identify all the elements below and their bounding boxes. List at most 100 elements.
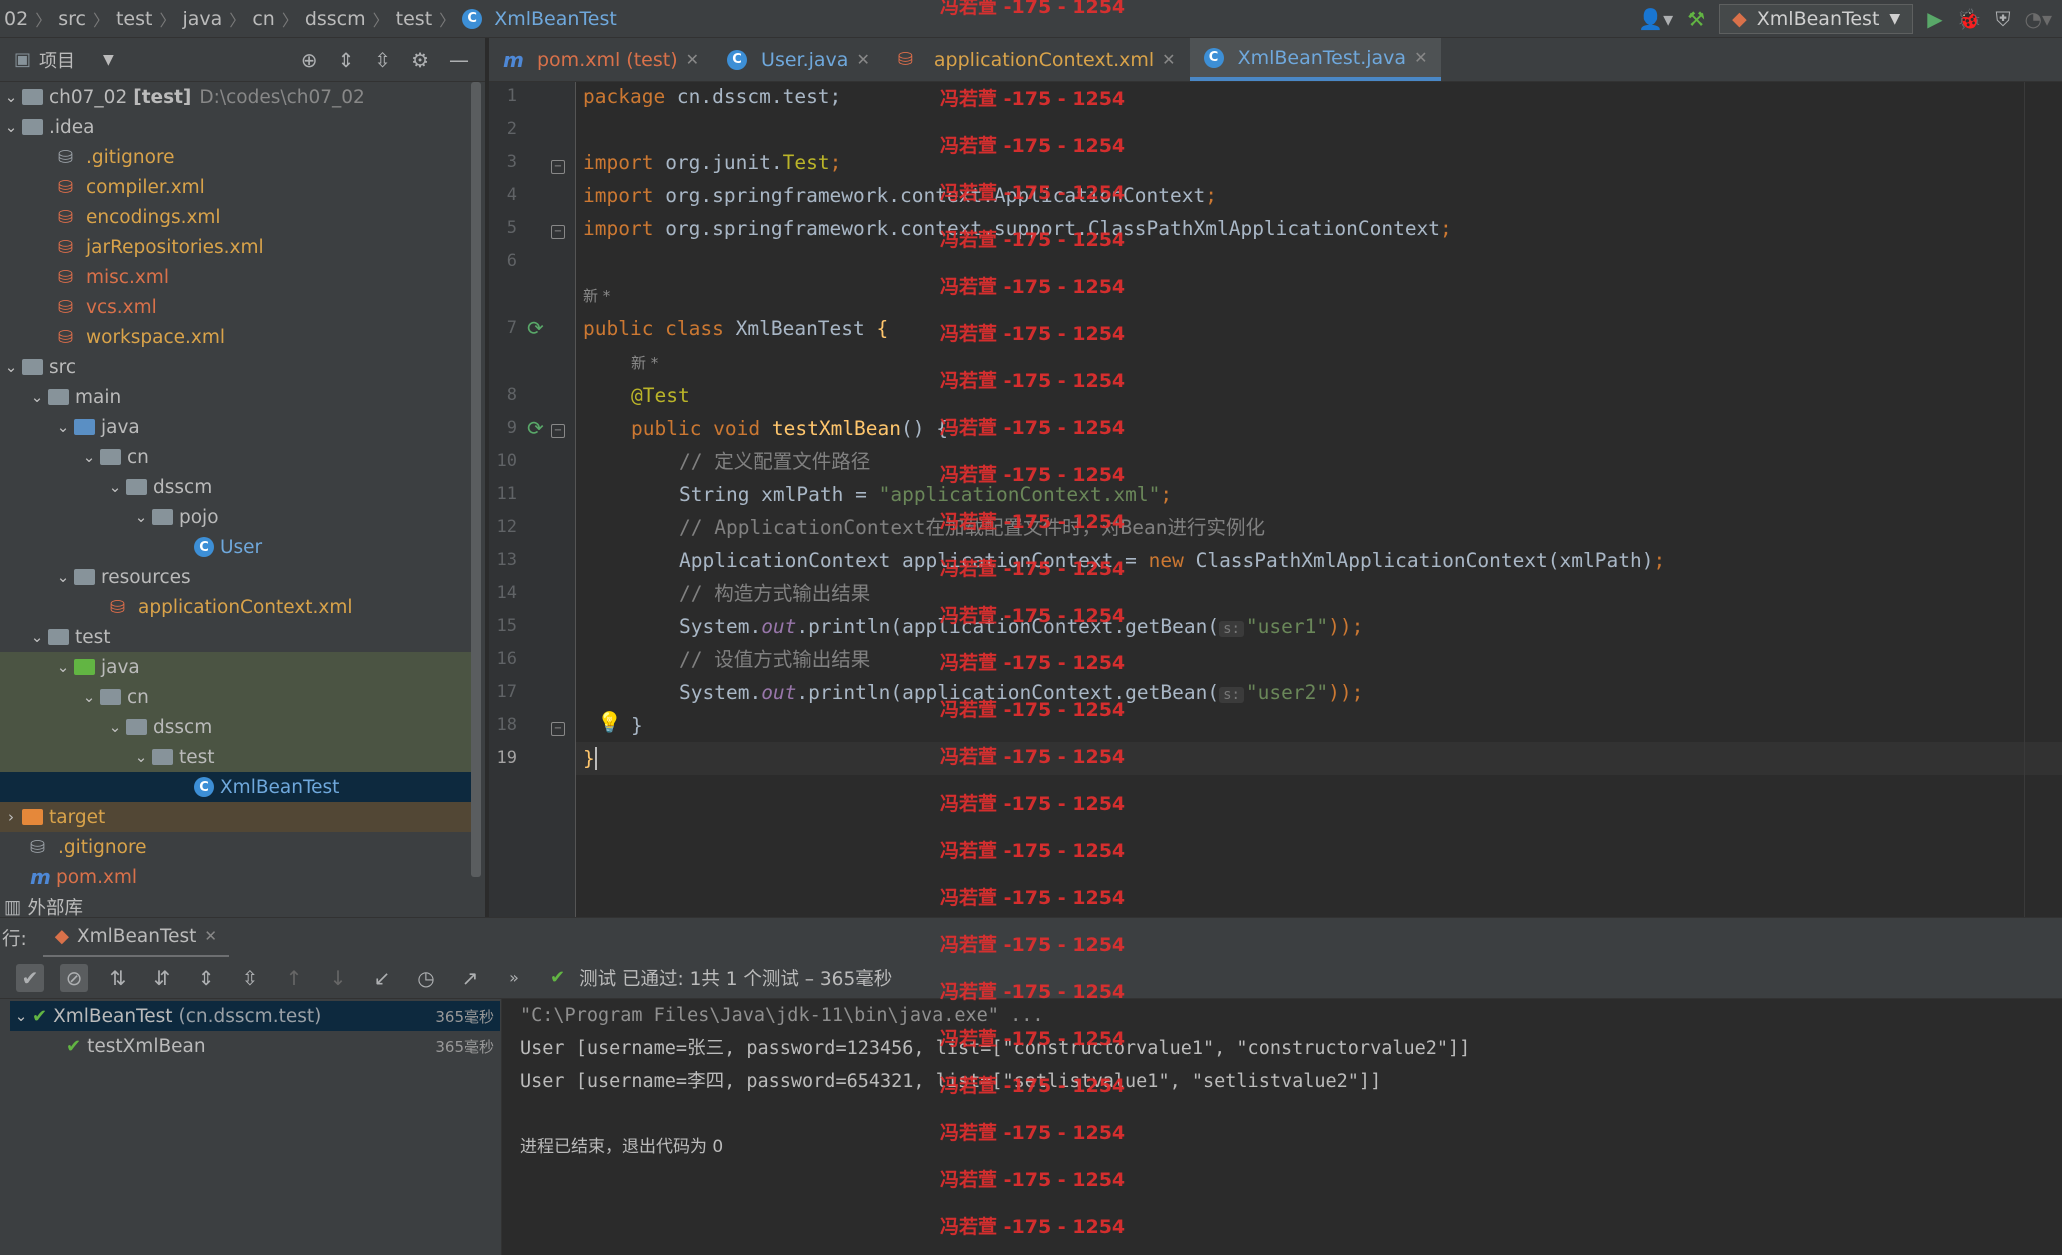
- chevron-down-icon[interactable]: ⌄: [130, 748, 152, 766]
- expand-all-icon[interactable]: ⇕: [338, 48, 355, 72]
- tab-user-java[interactable]: C User.java ✕: [713, 38, 884, 81]
- chevron-down-icon[interactable]: ⌄: [26, 388, 48, 406]
- chevron-down-icon[interactable]: ⌄: [130, 508, 152, 526]
- project-tree-scrollbar[interactable]: [471, 82, 481, 877]
- chevron-down-icon[interactable]: ⌄: [104, 718, 126, 736]
- previous-test-icon[interactable]: ↑: [280, 964, 308, 992]
- profile-icon[interactable]: ◔▾: [2025, 7, 2053, 31]
- tree-item-applicationcontext-xml[interactable]: ⛁ applicationContext.xml: [0, 592, 471, 622]
- test-case-row[interactable]: ✔ testXmlBean 365毫秒: [10, 1031, 500, 1061]
- tree-item-xmlbeantest[interactable]: C XmlBeanTest: [0, 772, 471, 802]
- breadcrumb-current[interactable]: C XmlBeanTest: [458, 8, 621, 30]
- author-hint[interactable]: 新 *: [631, 352, 658, 374]
- close-icon[interactable]: ✕: [1162, 50, 1175, 69]
- sort-alphabetically-icon[interactable]: ⇅: [104, 964, 132, 992]
- test-suite-row[interactable]: ⌄ ✔ XmlBeanTest (cn.dsscm.test) 365毫秒: [10, 1001, 500, 1031]
- tree-item-pom-xml[interactable]: m pom.xml: [0, 862, 471, 892]
- lightbulb-intention-icon[interactable]: 💡: [597, 710, 622, 734]
- export-results-icon[interactable]: ↗: [456, 964, 484, 992]
- debug-icon[interactable]: 🐞: [1957, 7, 1982, 31]
- tree-item-project-root[interactable]: ⌄ ch07_02 [test] D:\codes\ch07_02: [0, 82, 471, 112]
- chevron-down-icon[interactable]: ⌄: [78, 448, 100, 466]
- chevron-down-icon[interactable]: ⌄: [26, 628, 48, 646]
- close-icon[interactable]: ✕: [686, 50, 699, 69]
- close-icon[interactable]: ✕: [856, 50, 869, 69]
- tree-item-misc-xml[interactable]: ⛁ misc.xml: [0, 262, 471, 292]
- tab-pom-xml[interactable]: m pom.xml (test) ✕: [489, 38, 713, 81]
- tree-item-main-dsscm[interactable]: ⌄ dsscm: [0, 472, 471, 502]
- tree-item-main[interactable]: ⌄ main: [0, 382, 471, 412]
- fold-marker-icon[interactable]: −: [551, 225, 565, 239]
- breadcrumb-item[interactable]: src: [54, 8, 90, 30]
- chevron-down-icon[interactable]: ⌄: [104, 478, 126, 496]
- project-view-selector[interactable]: ▣ 项目 ▼: [0, 47, 114, 73]
- breadcrumb-item[interactable]: dsscm: [301, 8, 370, 30]
- run-configuration-select[interactable]: ◆ XmlBeanTest ▼: [1719, 4, 1914, 34]
- more-actions-icon[interactable]: »: [500, 964, 528, 992]
- tree-item-user-class[interactable]: C User: [0, 532, 471, 562]
- minimize-icon[interactable]: —: [449, 48, 469, 72]
- breadcrumb-item[interactable]: test: [392, 8, 437, 30]
- chevron-down-icon[interactable]: ⌄: [78, 688, 100, 706]
- close-icon[interactable]: ✕: [204, 927, 217, 945]
- chevron-down-icon[interactable]: ⌄: [0, 88, 22, 106]
- run-tab-xmlbeantest[interactable]: ◆ XmlBeanTest ✕: [42, 918, 229, 958]
- run-test-gutter-icon[interactable]: ⟳: [527, 416, 551, 440]
- close-icon[interactable]: ✕: [1414, 48, 1427, 67]
- chevron-down-icon[interactable]: ⌄: [52, 568, 74, 586]
- hammer-build-icon[interactable]: ⚒: [1687, 7, 1705, 31]
- chevron-down-icon[interactable]: ⌄: [0, 118, 22, 136]
- tree-item-idea[interactable]: ⌄ .idea: [0, 112, 471, 142]
- tree-item-jarrepositories-xml[interactable]: ⛁ jarRepositories.xml: [0, 232, 471, 262]
- tree-item-resources[interactable]: ⌄ resources: [0, 562, 471, 592]
- tree-item-test-dsscm[interactable]: ⌄ dsscm: [0, 712, 471, 742]
- author-hint[interactable]: 新 *: [583, 285, 610, 307]
- test-history-icon[interactable]: ◷: [412, 964, 440, 992]
- tab-xmlbeantest-java[interactable]: C XmlBeanTest.java ✕: [1189, 38, 1442, 81]
- import-tests-icon[interactable]: ↙: [368, 964, 396, 992]
- breadcrumb-item[interactable]: java: [178, 8, 226, 30]
- next-test-icon[interactable]: ↓: [324, 964, 352, 992]
- chevron-down-icon[interactable]: ⌄: [52, 658, 74, 676]
- tree-item-gitignore[interactable]: ⛁ .gitignore: [0, 142, 471, 172]
- tree-item-main-java[interactable]: ⌄ java: [0, 412, 471, 442]
- tree-item-pojo[interactable]: ⌄ pojo: [0, 502, 471, 532]
- sort-by-duration-icon[interactable]: ⇵: [148, 964, 176, 992]
- tree-item-test-java[interactable]: ⌄ java: [0, 652, 471, 682]
- chevron-down-icon[interactable]: ⌄: [0, 358, 22, 376]
- chevron-right-icon[interactable]: ›: [0, 808, 22, 826]
- coverage-icon[interactable]: ⛨: [1996, 7, 2011, 31]
- tree-item-compiler-xml[interactable]: ⛁ compiler.xml: [0, 172, 471, 202]
- fold-marker-icon[interactable]: −: [551, 160, 565, 174]
- run-test-gutter-icon[interactable]: ⟳: [527, 316, 551, 340]
- collapse-all-icon[interactable]: ⇳: [374, 48, 391, 72]
- run-icon[interactable]: ▶: [1927, 7, 1942, 31]
- tree-item-external-libraries[interactable]: ▥ 外部库: [0, 892, 471, 918]
- tree-item-vcs-xml[interactable]: ⛁ vcs.xml: [0, 292, 471, 322]
- show-passed-icon[interactable]: ✔: [16, 963, 44, 992]
- breadcrumb-item[interactable]: cn: [248, 8, 279, 30]
- code-editor[interactable]: 1 2 3 4 5 6 7 8 9 10 11 12 13 14 15 16 1…: [489, 82, 2062, 917]
- fold-marker-icon[interactable]: −: [551, 722, 565, 736]
- tree-item-src[interactable]: ⌄ src: [0, 352, 471, 382]
- locate-icon[interactable]: ⊕: [301, 48, 318, 72]
- collapse-all-icon[interactable]: ⇳: [236, 964, 264, 992]
- chevron-down-icon[interactable]: ⌄: [10, 1007, 32, 1025]
- console-output[interactable]: "C:\Program Files\Java\jdk-11\bin\java.e…: [502, 999, 2062, 1255]
- tree-item-encodings-xml[interactable]: ⛁ encodings.xml: [0, 202, 471, 232]
- gear-icon[interactable]: ⚙: [411, 48, 429, 72]
- tree-item-target[interactable]: › target: [0, 802, 471, 832]
- tree-item-test[interactable]: ⌄ test: [0, 622, 471, 652]
- tab-applicationcontext-xml[interactable]: ⛁ applicationContext.xml ✕: [884, 38, 1190, 81]
- tree-item-workspace-xml[interactable]: ⛁ workspace.xml: [0, 322, 471, 352]
- show-ignored-icon[interactable]: ⊘: [60, 963, 88, 992]
- tree-item-main-cn[interactable]: ⌄ cn: [0, 442, 471, 472]
- breadcrumb-item[interactable]: 02: [0, 8, 32, 30]
- chevron-down-icon[interactable]: ⌄: [52, 418, 74, 436]
- breadcrumb-item[interactable]: test: [112, 8, 157, 30]
- tree-item-test-cn[interactable]: ⌄ cn: [0, 682, 471, 712]
- user-icon[interactable]: 👤▾: [1638, 7, 1673, 31]
- fold-marker-icon[interactable]: −: [551, 424, 565, 438]
- tree-item-root-gitignore[interactable]: ⛁ .gitignore: [0, 832, 471, 862]
- tree-item-test-package[interactable]: ⌄ test: [0, 742, 471, 772]
